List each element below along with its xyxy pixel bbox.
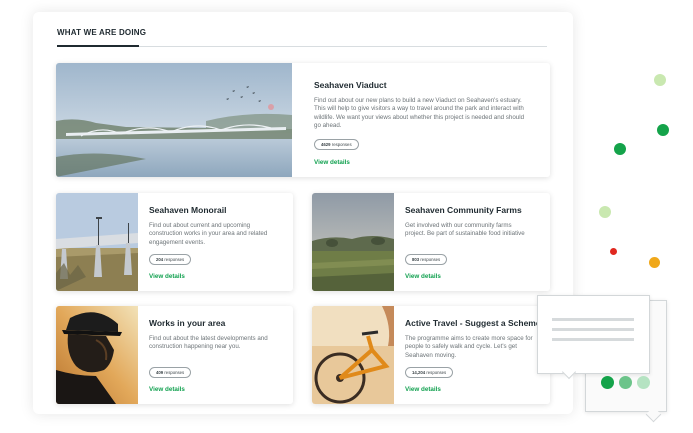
responses-badge: 14,204 responses bbox=[405, 367, 454, 378]
project-card-active-travel[interactable]: Active Travel - Suggest a Scheme The pro… bbox=[312, 306, 550, 404]
card-title: Works in your area bbox=[149, 318, 226, 328]
responses-label: responses bbox=[420, 257, 441, 262]
responses-badge: 803 responses bbox=[405, 254, 448, 265]
project-card-community-farms[interactable]: Seahaven Community Farms Get involved wi… bbox=[312, 193, 550, 291]
project-card-works[interactable]: Works in your area Find out about the la… bbox=[56, 306, 293, 404]
card-title: Seahaven Monorail bbox=[149, 205, 227, 215]
card-title: Seahaven Viaduct bbox=[314, 80, 387, 90]
works-image bbox=[56, 306, 138, 404]
active-travel-image bbox=[312, 306, 394, 404]
decor-dot-light-green bbox=[654, 74, 666, 86]
view-details-link[interactable]: View details bbox=[314, 159, 350, 166]
card-title: Seahaven Community Farms bbox=[405, 205, 522, 215]
responses-label: responses bbox=[426, 370, 447, 375]
card-description: Get involved with our community farms pr… bbox=[405, 222, 525, 238]
farms-image bbox=[312, 193, 394, 291]
section-divider-accent bbox=[57, 45, 139, 47]
view-details-link[interactable]: View details bbox=[149, 273, 185, 280]
responses-count: 409 bbox=[156, 370, 164, 375]
typing-dots-icon bbox=[637, 376, 650, 389]
monorail-image bbox=[56, 193, 138, 291]
responses-badge: 409 responses bbox=[149, 367, 192, 378]
card-description: Find out about the latest developments a… bbox=[149, 335, 268, 351]
responses-label: responses bbox=[331, 142, 352, 147]
view-details-link[interactable]: View details bbox=[149, 386, 185, 393]
viaduct-image bbox=[56, 63, 292, 177]
responses-badge: 4629 responses bbox=[314, 139, 359, 150]
decor-dot-orange bbox=[649, 257, 660, 268]
responses-count: 204 bbox=[156, 257, 164, 262]
responses-label: responses bbox=[164, 370, 185, 375]
responses-label: responses bbox=[164, 257, 185, 262]
section-title: WHAT WE ARE DOING bbox=[57, 28, 147, 37]
project-card-viaduct[interactable]: Seahaven Viaduct Find out about our new … bbox=[56, 63, 550, 177]
view-details-link[interactable]: View details bbox=[405, 386, 441, 393]
card-description: Find out about current and upcoming cons… bbox=[149, 222, 268, 246]
project-card-monorail[interactable]: Seahaven Monorail Find out about current… bbox=[56, 193, 293, 291]
card-title: Active Travel - Suggest a Scheme bbox=[405, 318, 541, 328]
decor-dot-light-green bbox=[599, 206, 611, 218]
card-description: The programme aims to create more space … bbox=[405, 335, 533, 359]
view-details-link[interactable]: View details bbox=[405, 273, 441, 280]
typing-dots-icon bbox=[601, 376, 614, 389]
decor-dot-green bbox=[614, 143, 626, 155]
card-description: Find out about our new plans to build a … bbox=[314, 97, 525, 130]
responses-count: 803 bbox=[412, 257, 420, 262]
decor-dot-red bbox=[610, 248, 617, 255]
projects-panel: WHAT WE ARE DOING Seahaven Viaduct Find … bbox=[33, 12, 573, 414]
decor-dot-green bbox=[657, 124, 669, 136]
speech-bubble-icon bbox=[537, 295, 650, 374]
typing-dots-icon bbox=[619, 376, 632, 389]
responses-count: 14,204 bbox=[412, 370, 426, 375]
responses-badge: 204 responses bbox=[149, 254, 192, 265]
responses-count: 4629 bbox=[321, 142, 331, 147]
